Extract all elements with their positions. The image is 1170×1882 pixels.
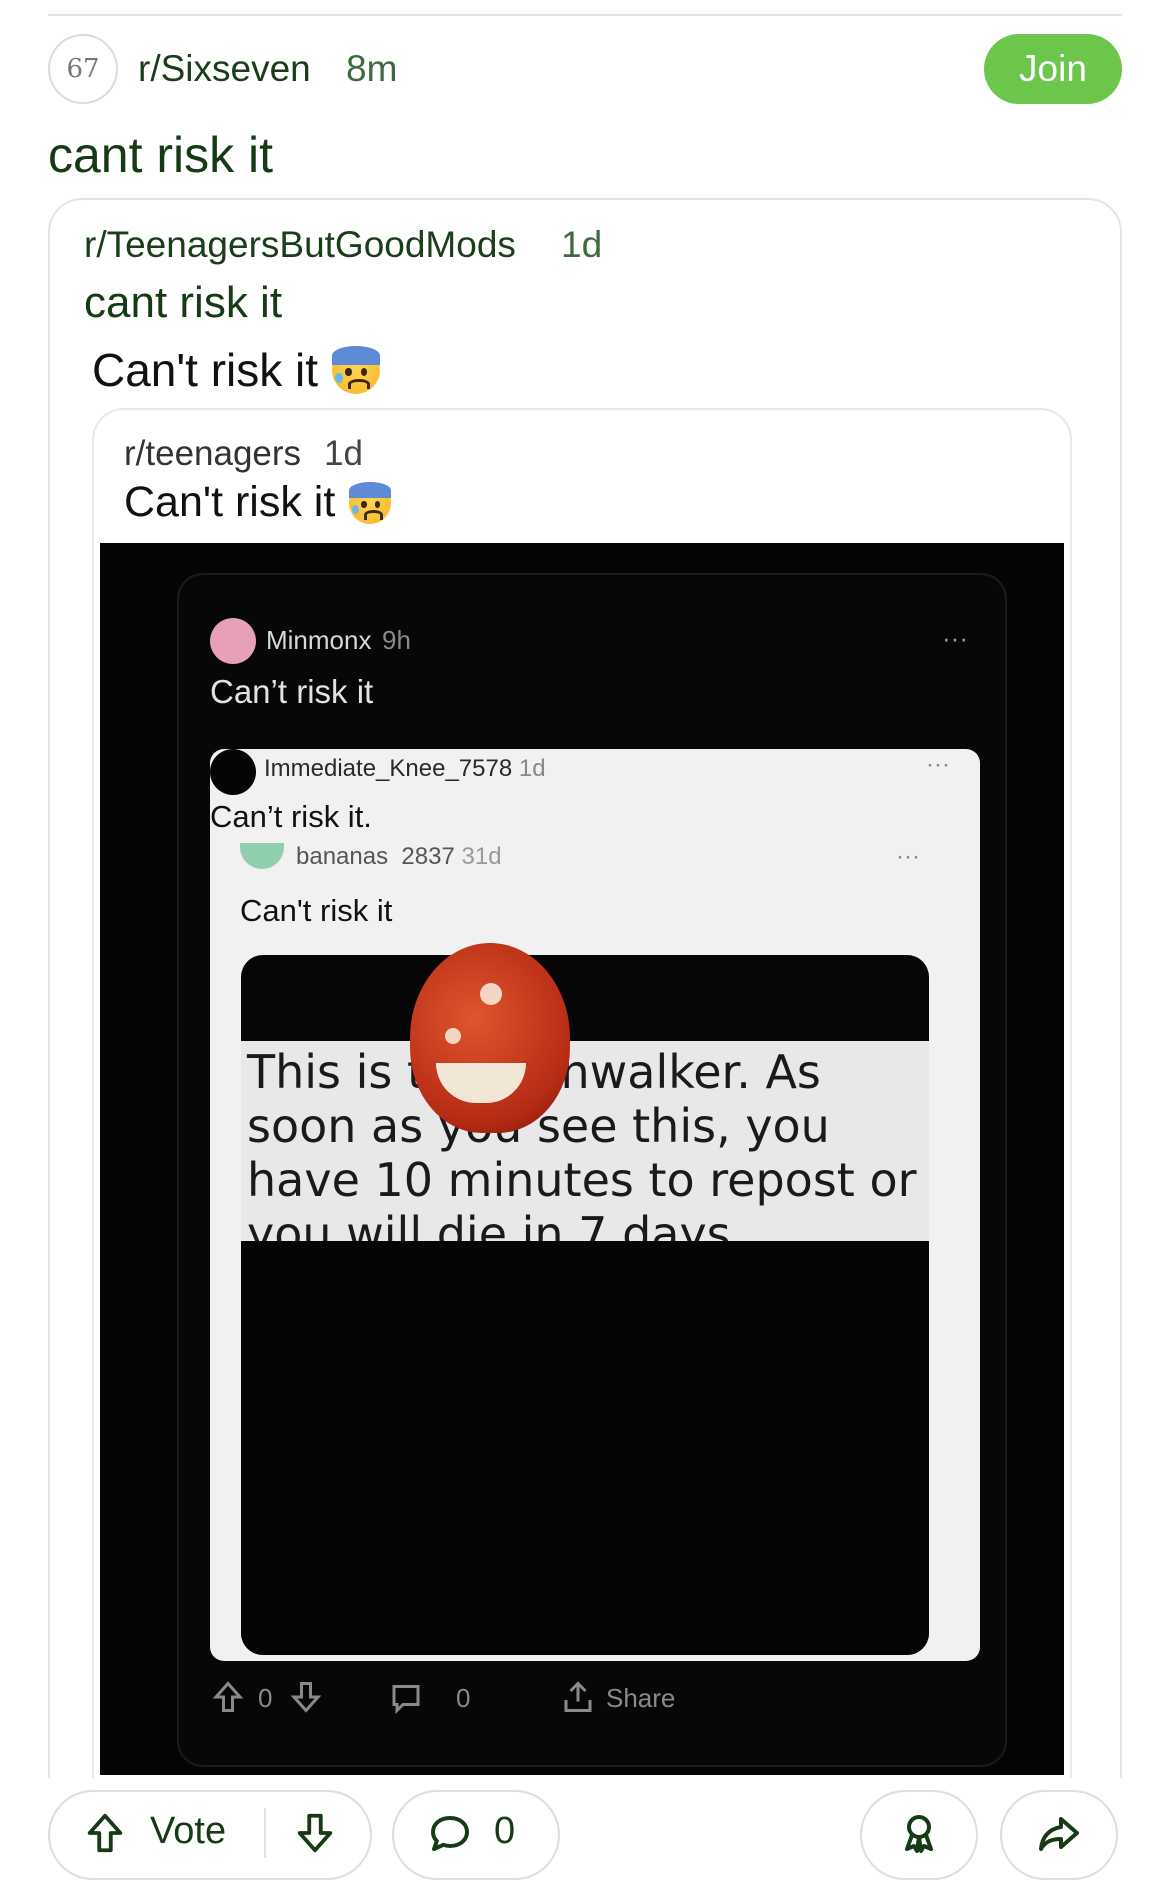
reply-username: bananas_2837 31d — [296, 843, 502, 865]
nested-title-text: Can't risk it — [124, 478, 336, 526]
downvote-icon[interactable] — [292, 1810, 338, 1861]
reply-username-text: bananas_2837 — [296, 843, 455, 865]
reply-avatar — [210, 749, 256, 795]
screenshot-title: Can’t risk it — [210, 673, 374, 710]
subreddit-name[interactable]: r/Sixseven — [138, 48, 311, 90]
share-label: Share — [606, 1683, 676, 1713]
divider — [264, 1808, 266, 1858]
award-button[interactable] — [860, 1790, 978, 1880]
comment-icon[interactable] — [426, 1810, 474, 1863]
share-arrow-icon — [1035, 1809, 1083, 1862]
crosspost-title: cant risk it — [84, 278, 283, 327]
anxious-face-icon — [349, 481, 392, 524]
reply-username-text: Immediate_Knee_7578 — [264, 755, 513, 782]
award-icon — [895, 1809, 943, 1862]
share-button[interactable] — [1000, 1790, 1118, 1880]
meme-image: This is the skinwalker. As soon as you s… — [241, 955, 929, 1655]
screenshot-time: 9h — [382, 625, 411, 655]
figure-eye — [480, 983, 502, 1005]
subreddit-avatar[interactable]: 67 — [48, 34, 118, 104]
upvote-icon — [210, 1679, 246, 1722]
skinwalker-figure — [410, 943, 570, 1133]
crosspost-body: Can't risk it — [92, 343, 381, 397]
post-image[interactable]: Minmonx 9h ··· Can’t risk it Immediate_K… — [100, 543, 1064, 1775]
post-time: 8m — [346, 48, 398, 89]
meme-caption: This is the skinwalker. As soon as you s… — [241, 1041, 929, 1241]
crosspost-subreddit[interactable]: r/TeenagersButGoodMods — [84, 224, 516, 266]
reply-time: 1d — [518, 755, 546, 782]
meme-picture — [241, 1241, 929, 1655]
more-icon: ··· — [926, 751, 950, 778]
user-avatar — [210, 618, 256, 664]
nested-title: Can't risk it — [124, 478, 392, 527]
join-button[interactable]: Join — [984, 34, 1122, 104]
avatar-text: 67 — [66, 54, 100, 84]
comment-count: 0 — [456, 1683, 471, 1713]
share-icon — [560, 1679, 596, 1722]
more-icon: ··· — [942, 623, 968, 653]
post-title[interactable]: cant risk it — [48, 126, 273, 184]
screenshot-username: Minmonx — [266, 625, 372, 655]
nested-time: 1d — [324, 434, 363, 473]
upvote-count: 0 — [258, 1683, 273, 1713]
reply-username: Immediate_Knee_7578 1d — [264, 755, 546, 783]
divider — [48, 14, 1122, 16]
downvote-icon — [288, 1679, 324, 1722]
reply-title: Can't risk it — [240, 893, 393, 928]
crosspost-body-text: Can't risk it — [92, 344, 319, 396]
more-icon: ··· — [896, 843, 920, 870]
figure-eye — [445, 1028, 461, 1044]
reply-time: 31d — [461, 843, 502, 865]
anxious-face-icon — [332, 346, 381, 394]
comment-count: 0 — [494, 1810, 516, 1852]
action-bar: Vote 0 — [0, 1786, 1170, 1882]
screenshot-actions: 0 0 Share — [210, 1679, 930, 1719]
nested-subreddit[interactable]: r/teenagers — [124, 434, 301, 474]
comments-button[interactable] — [392, 1790, 560, 1880]
upvote-icon[interactable] — [82, 1810, 128, 1861]
vote-label[interactable]: Vote — [150, 1810, 226, 1853]
comment-icon — [388, 1679, 424, 1722]
reply-title: Can’t risk it. — [210, 799, 372, 834]
crosspost-time: 1d — [561, 224, 603, 265]
